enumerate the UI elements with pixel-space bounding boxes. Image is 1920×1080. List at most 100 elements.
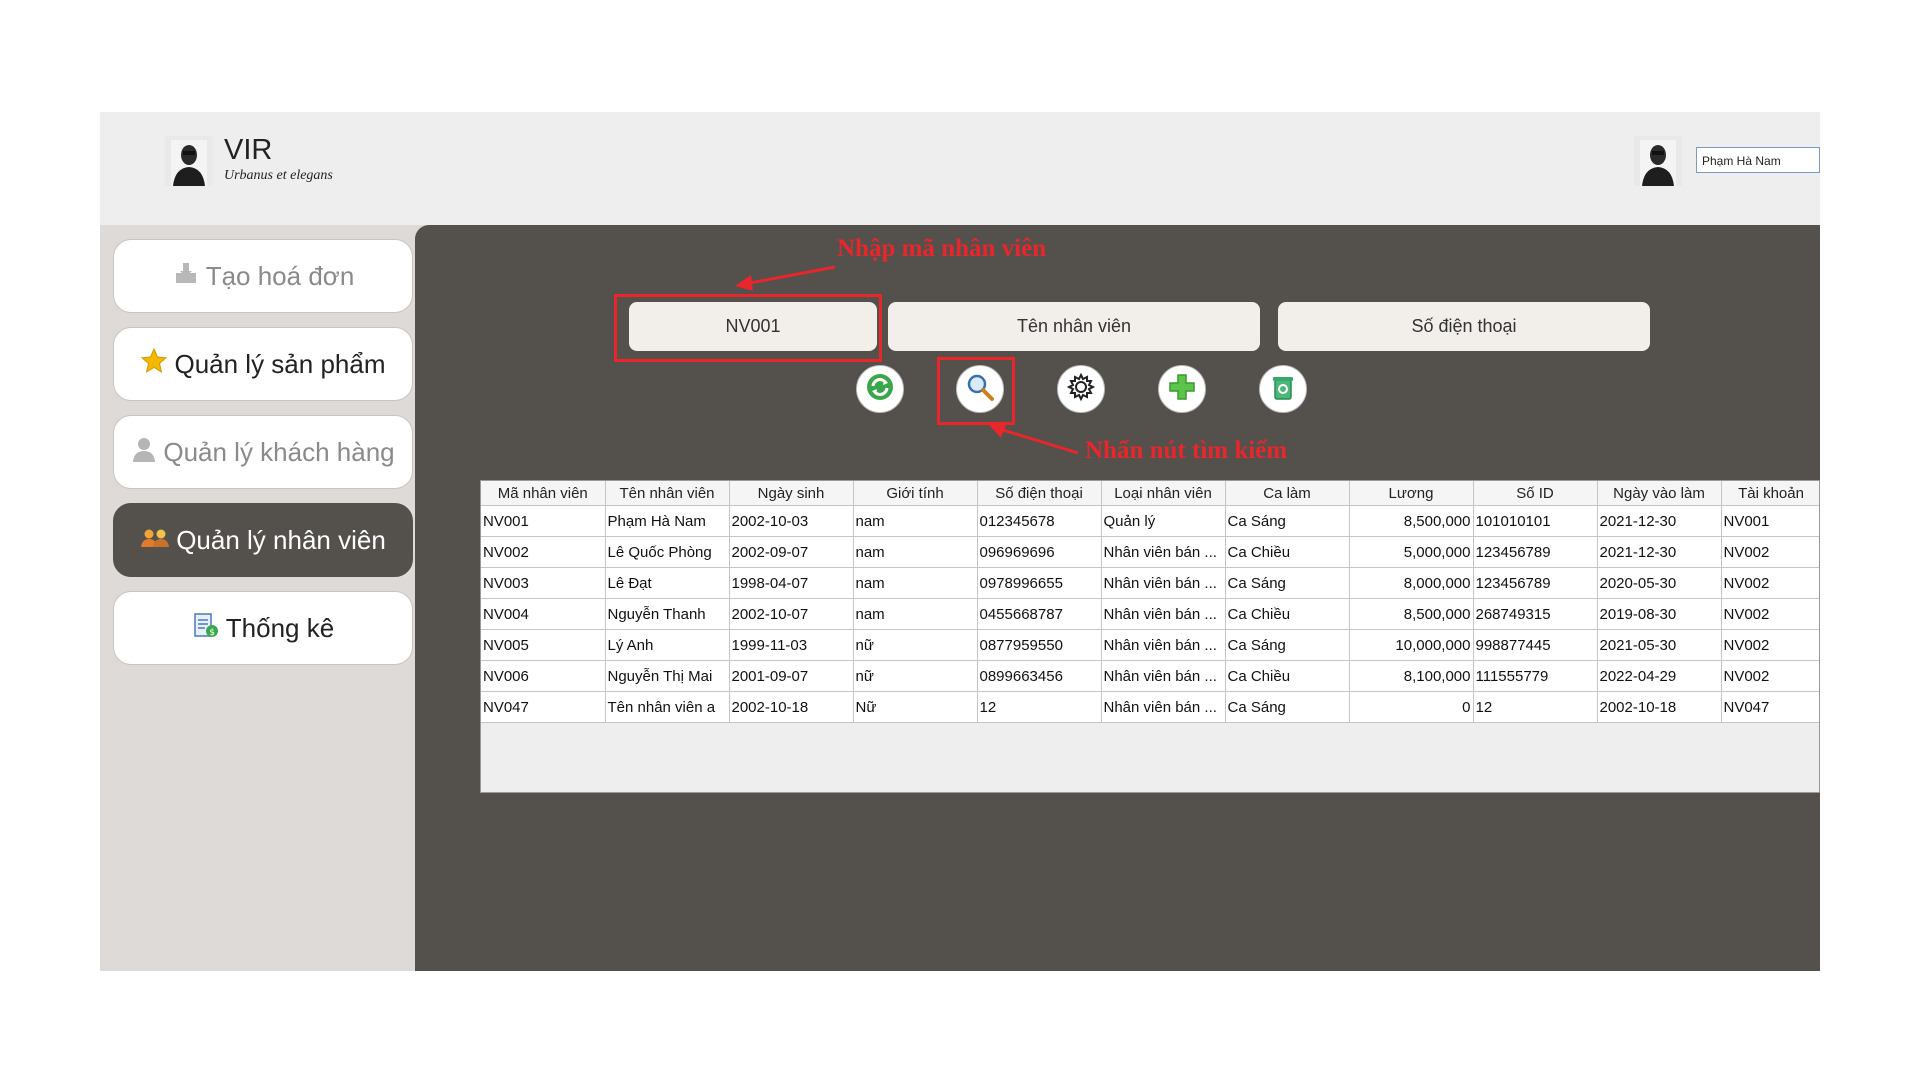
table-cell[interactable]: 8,500,000	[1349, 598, 1474, 630]
table-cell[interactable]: Nhân viên bán ...	[1101, 536, 1226, 568]
table-cell[interactable]: Nhân viên bán ...	[1101, 598, 1226, 630]
table-cell[interactable]: NV002	[1721, 536, 1819, 568]
table-row[interactable]: NV003 Lê Đạt 1998-04-07 nam 0978996655 Nhân v…	[481, 567, 1819, 599]
table-cell[interactable]: 101010101	[1473, 505, 1598, 537]
table-cell[interactable]: NV002	[1721, 598, 1819, 630]
table-cell[interactable]: 2002-10-18	[1597, 691, 1722, 723]
table-cell[interactable]: nữ	[853, 660, 978, 692]
table-cell[interactable]: Nhân viên bán ...	[1101, 629, 1226, 661]
table-cell[interactable]: Quản lý	[1101, 505, 1226, 537]
table-cell[interactable]: Ca Sáng	[1225, 505, 1350, 537]
table-cell[interactable]: Lê Quốc Phòng	[605, 536, 730, 568]
table-cell[interactable]: Ca Sáng	[1225, 629, 1350, 661]
table-cell[interactable]: 123456789	[1473, 536, 1598, 568]
table-cell[interactable]: NV006	[481, 660, 606, 692]
table-cell[interactable]: 8,000,000	[1349, 567, 1474, 599]
nav-product-management-button[interactable]: Quản lý sản phẩm	[113, 327, 413, 401]
column-header[interactable]: Loại nhân viên	[1101, 481, 1226, 506]
column-header[interactable]: Ca làm	[1225, 481, 1350, 506]
table-cell[interactable]: Phạm Hà Nam	[605, 505, 730, 537]
table-cell[interactable]: 123456789	[1473, 567, 1598, 599]
table-cell[interactable]: NV047	[481, 691, 606, 723]
table-cell[interactable]: Ca Chiều	[1225, 598, 1350, 630]
table-cell[interactable]: 1998-04-07	[729, 567, 854, 599]
table-cell[interactable]: 8,100,000	[1349, 660, 1474, 692]
table-cell[interactable]: 2021-05-30	[1597, 629, 1722, 661]
table-cell[interactable]: NV001	[1721, 505, 1819, 537]
table-cell[interactable]: Nguyễn Thị Mai	[605, 660, 730, 692]
table-cell[interactable]: 2002-10-03	[729, 505, 854, 537]
table-cell[interactable]: NV002	[1721, 567, 1819, 599]
table-cell[interactable]: Ca Sáng	[1225, 691, 1350, 723]
table-cell[interactable]: Lê Đạt	[605, 567, 730, 599]
table-cell[interactable]: 0899663456	[977, 660, 1102, 692]
table-cell[interactable]: nữ	[853, 629, 978, 661]
table-cell[interactable]: 998877445	[1473, 629, 1598, 661]
employee-table[interactable]: Mã nhân viên Tên nhân viên Ngày sinh Giớ…	[480, 480, 1820, 793]
column-header[interactable]: Số điện thoại	[977, 481, 1102, 506]
table-cell[interactable]: 0455668787	[977, 598, 1102, 630]
column-header[interactable]: Lương	[1349, 481, 1474, 506]
table-cell[interactable]: 0978996655	[977, 567, 1102, 599]
table-cell[interactable]: 1999-11-03	[729, 629, 854, 661]
column-header[interactable]: Tài khoản	[1721, 481, 1819, 506]
table-cell[interactable]: NV002	[481, 536, 606, 568]
table-cell[interactable]: 2002-10-07	[729, 598, 854, 630]
table-cell[interactable]: nam	[853, 505, 978, 537]
table-cell[interactable]: 2002-10-18	[729, 691, 854, 723]
table-cell[interactable]: Nhân viên bán ...	[1101, 660, 1226, 692]
column-header[interactable]: Tên nhân viên	[605, 481, 730, 506]
column-header[interactable]: Ngày sinh	[729, 481, 854, 506]
table-cell[interactable]: NV005	[481, 629, 606, 661]
table-cell[interactable]: NV047	[1721, 691, 1819, 723]
table-cell[interactable]: nam	[853, 536, 978, 568]
table-cell[interactable]: Nguyễn Thanh	[605, 598, 730, 630]
column-header[interactable]: Mã nhân viên	[481, 481, 606, 506]
table-cell[interactable]: 012345678	[977, 505, 1102, 537]
table-cell[interactable]: 10,000,000	[1349, 629, 1474, 661]
table-cell[interactable]: Tên nhân viên a	[605, 691, 730, 723]
table-cell[interactable]: 096969696	[977, 536, 1102, 568]
table-row[interactable]: NV047 Tên nhân viên a 2002-10-18 Nữ 12 Nhân v…	[481, 691, 1819, 723]
table-cell[interactable]: 2001-09-07	[729, 660, 854, 692]
table-cell[interactable]: 2002-09-07	[729, 536, 854, 568]
table-cell[interactable]: NV003	[481, 567, 606, 599]
table-cell[interactable]: Lý Anh	[605, 629, 730, 661]
nav-statistics-button[interactable]: $ Thống kê	[113, 591, 413, 665]
table-cell[interactable]: Nữ	[853, 691, 978, 723]
table-cell[interactable]: 2021-12-30	[1597, 536, 1722, 568]
table-cell[interactable]: Nhân viên bán ...	[1101, 691, 1226, 723]
nav-employee-management-button[interactable]: Quản lý nhân viên	[113, 503, 413, 577]
table-cell[interactable]: 2020-05-30	[1597, 567, 1722, 599]
table-cell[interactable]: 111555779	[1473, 660, 1598, 692]
table-cell[interactable]: nam	[853, 598, 978, 630]
column-header[interactable]: Giới tính	[853, 481, 978, 506]
column-header[interactable]: Số ID	[1473, 481, 1598, 506]
nav-customer-management-button[interactable]: Quản lý khách hàng	[113, 415, 413, 489]
table-cell[interactable]: NV002	[1721, 660, 1819, 692]
table-cell[interactable]: 8,500,000	[1349, 505, 1474, 537]
table-row[interactable]: NV001 Phạm Hà Nam 2002-10-03 nam 012345678 Qu…	[481, 505, 1819, 537]
column-header[interactable]: Ngày vào làm	[1597, 481, 1722, 506]
table-cell[interactable]: Ca Chiều	[1225, 660, 1350, 692]
table-cell[interactable]: NV004	[481, 598, 606, 630]
table-row[interactable]: NV002 Lê Quốc Phòng 2002-09-07 nam 096969696…	[481, 536, 1819, 568]
table-cell[interactable]: 268749315	[1473, 598, 1598, 630]
table-cell[interactable]: 12	[977, 691, 1102, 723]
table-cell[interactable]: 2019-08-30	[1597, 598, 1722, 630]
table-cell[interactable]: 0877959550	[977, 629, 1102, 661]
table-cell[interactable]: Ca Sáng	[1225, 567, 1350, 599]
table-cell[interactable]: NV001	[481, 505, 606, 537]
table-cell[interactable]: 5,000,000	[1349, 536, 1474, 568]
table-row[interactable]: NV004 Nguyễn Thanh 2002-10-07 nam 0455668787…	[481, 598, 1819, 630]
table-cell[interactable]: NV002	[1721, 629, 1819, 661]
table-row[interactable]: NV006 Nguyễn Thị Mai 2001-09-07 nữ 089966345…	[481, 660, 1819, 692]
user-name-field[interactable]: Phạm Hà Nam	[1696, 147, 1820, 173]
table-row[interactable]: NV005 Lý Anh 1999-11-03 nữ 0877959550 Nhân vi…	[481, 629, 1819, 661]
table-cell[interactable]: Ca Chiều	[1225, 536, 1350, 568]
table-cell[interactable]: Nhân viên bán ...	[1101, 567, 1226, 599]
table-cell[interactable]: nam	[853, 567, 978, 599]
table-cell[interactable]: 12	[1473, 691, 1598, 723]
table-cell[interactable]: 2021-12-30	[1597, 505, 1722, 537]
table-cell[interactable]: 2022-04-29	[1597, 660, 1722, 692]
